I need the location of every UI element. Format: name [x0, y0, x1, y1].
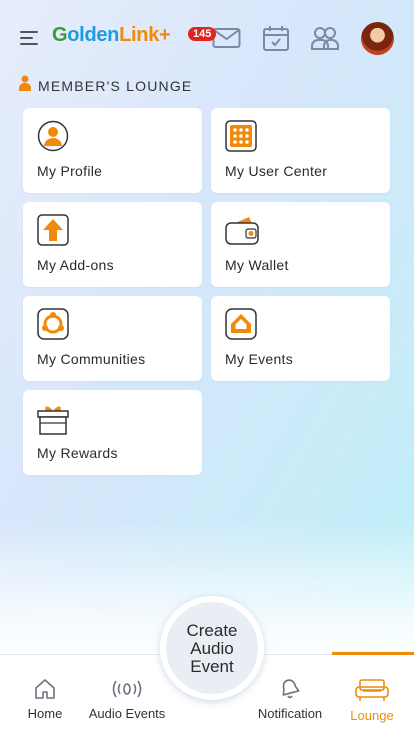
- calendar-icon[interactable]: [262, 24, 290, 57]
- home-icon: [0, 677, 90, 701]
- users-icon[interactable]: [310, 24, 340, 57]
- create-line-1: Create: [186, 621, 238, 640]
- tile-label: My Add-ons: [37, 257, 114, 273]
- tile-my-add-ons[interactable]: My Add-ons: [23, 202, 202, 287]
- sofa-icon: [327, 677, 414, 703]
- profile-icon: [37, 120, 69, 152]
- tile-label: My Wallet: [225, 257, 289, 273]
- mail-badge: 145: [188, 27, 217, 41]
- create-line-2: Audio: [190, 639, 234, 658]
- bell-icon: [245, 677, 335, 701]
- gift-icon: [37, 402, 69, 435]
- create-line-3: Event: [190, 657, 234, 676]
- mail-icon[interactable]: [212, 24, 242, 55]
- create-audio-event-button[interactable]: Create Audio Event: [160, 596, 264, 700]
- tile-my-wallet[interactable]: My Wallet: [211, 202, 390, 287]
- tile-my-communities[interactable]: My Communities: [23, 296, 202, 381]
- nav-label: Lounge: [350, 708, 394, 723]
- event-home-icon: [225, 308, 257, 340]
- avatar[interactable]: [361, 22, 394, 55]
- tile-my-rewards[interactable]: My Rewards: [23, 390, 202, 475]
- nav-lounge[interactable]: Lounge: [327, 677, 414, 723]
- nav-label: Home: [27, 706, 63, 721]
- tile-my-profile[interactable]: My Profile: [23, 108, 202, 193]
- menu-icon[interactable]: [20, 31, 38, 45]
- app-header: GoldenLink+ 145: [0, 0, 414, 76]
- tile-label: My User Center: [225, 163, 328, 179]
- tile-my-user-center[interactable]: My User Center: [211, 108, 390, 193]
- grid-icon: [225, 120, 257, 152]
- upload-arrow-icon: [37, 214, 69, 246]
- wallet-icon: [225, 214, 259, 246]
- nav-label: Audio Events: [88, 706, 166, 721]
- community-icon: [37, 308, 69, 340]
- section-header: MEMBER'S LOUNGE: [19, 75, 192, 96]
- broadcast-icon: [82, 677, 172, 701]
- app-logo[interactable]: GoldenLink+: [52, 24, 171, 47]
- section-title: MEMBER'S LOUNGE: [38, 77, 193, 94]
- tile-label: My Rewards: [37, 445, 118, 461]
- nav-notification[interactable]: Notification: [245, 677, 335, 721]
- tile-my-events[interactable]: My Events: [211, 296, 390, 381]
- tile-label: My Communities: [37, 351, 146, 367]
- tile-label: My Events: [225, 351, 294, 367]
- tile-label: My Profile: [37, 163, 103, 179]
- nav-audio-events[interactable]: Audio Events: [82, 677, 172, 721]
- active-tab-indicator: [332, 652, 414, 655]
- nav-home[interactable]: Home: [0, 677, 90, 721]
- nav-label: Notification: [257, 706, 323, 721]
- person-icon: [19, 75, 31, 96]
